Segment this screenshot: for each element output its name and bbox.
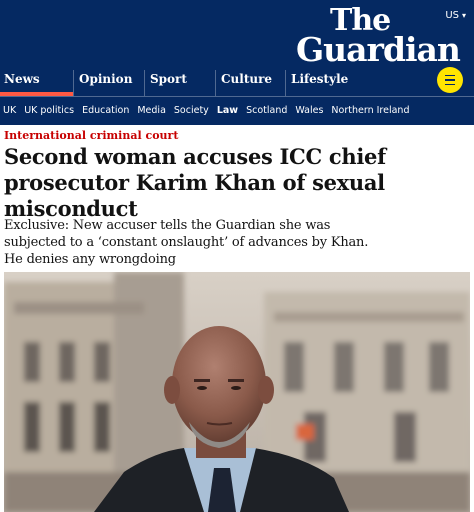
- edition-switcher[interactable]: US ▾: [445, 10, 466, 21]
- menu-button[interactable]: [437, 67, 463, 93]
- chevron-down-icon: ▾: [461, 11, 466, 20]
- logo-guardian: Guardian: [296, 30, 461, 69]
- pillar-sport[interactable]: Sport: [144, 70, 215, 96]
- pillar-culture[interactable]: Culture: [215, 70, 285, 96]
- subnav-education[interactable]: Education: [82, 105, 129, 116]
- sub-nav: UK UK politics Education Media Society L…: [0, 96, 474, 125]
- subnav-scotland[interactable]: Scotland: [246, 105, 287, 116]
- subnav-society[interactable]: Society: [174, 105, 209, 116]
- subnav-law[interactable]: Law: [217, 105, 238, 116]
- edition-label: US: [445, 10, 459, 21]
- article-standfirst: Exclusive: New accuser tells the Guardia…: [4, 218, 369, 267]
- hamburger-icon: [445, 74, 455, 77]
- masthead: US ▾ The Guardian: [0, 0, 474, 70]
- pillar-news[interactable]: News: [0, 70, 73, 96]
- subnav-media[interactable]: Media: [137, 105, 166, 116]
- subnav-uk-politics[interactable]: UK politics: [24, 105, 74, 116]
- pillar-opinion[interactable]: Opinion: [73, 70, 144, 96]
- pillar-nav: News Opinion Sport Culture Lifestyle: [0, 70, 474, 96]
- subnav-uk[interactable]: UK: [3, 105, 16, 116]
- article-headline: Second woman accuses ICC chief prosecuto…: [4, 144, 386, 221]
- subnav-northern-ireland[interactable]: Northern Ireland: [331, 105, 409, 116]
- article-kicker[interactable]: International criminal court: [4, 129, 178, 142]
- pillar-lifestyle[interactable]: Lifestyle: [285, 70, 365, 96]
- subnav-wales[interactable]: Wales: [295, 105, 323, 116]
- article-photo: [4, 272, 470, 512]
